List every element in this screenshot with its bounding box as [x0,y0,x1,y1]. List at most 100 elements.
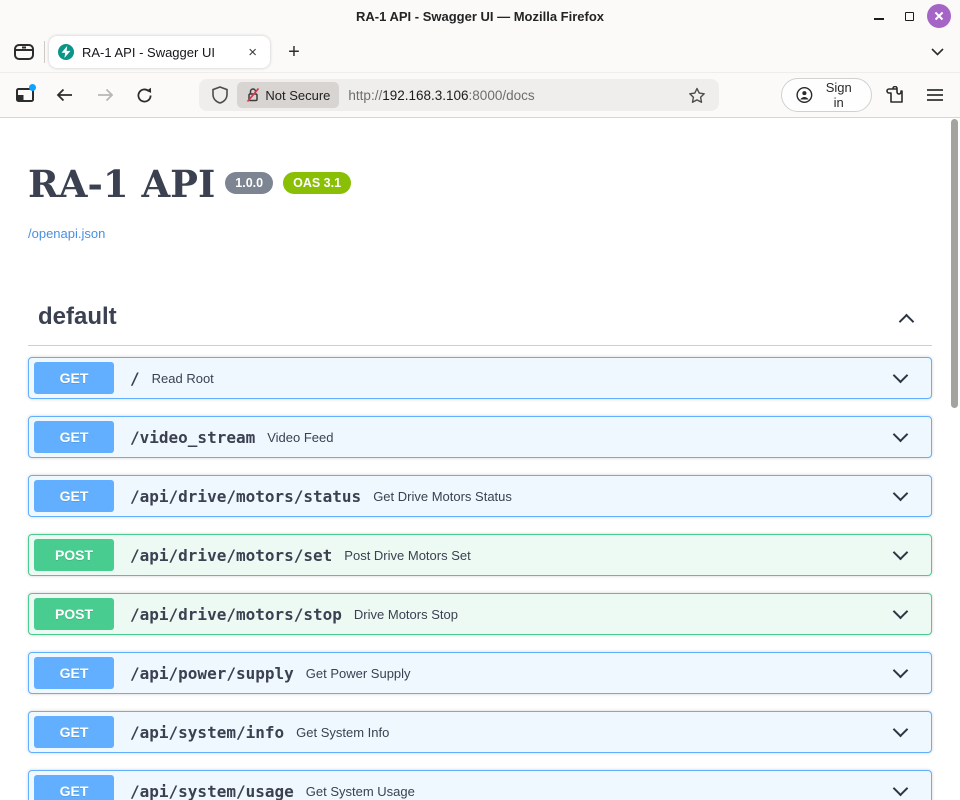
expand-operation-chevron-icon[interactable] [893,486,909,502]
expand-operation-chevron-icon[interactable] [893,604,909,620]
op-path: / [130,369,140,388]
new-tab-button[interactable]: + [280,38,308,66]
method-badge: POST [34,539,114,571]
expand-operation-chevron-icon[interactable] [893,781,909,797]
operation-row[interactable]: GET /api/system/info Get System Info [28,711,932,753]
minimize-icon [874,18,884,20]
op-summary: Get Power Supply [306,666,411,681]
op-summary: Get System Info [296,725,389,740]
tab-title: RA-1 API - Swagger UI [82,45,236,60]
url-bar[interactable]: Not Secure http://192.168.3.106:8000/doc… [199,79,719,111]
extensions-button[interactable] [878,79,912,111]
navigation-toolbar: Not Secure http://192.168.3.106:8000/doc… [0,72,960,118]
oas-badge: OAS 3.1 [283,172,351,194]
insecure-lock-icon [246,87,260,103]
maximize-icon [905,12,914,21]
titlebar: RA-1 API - Swagger UI — Mozilla Firefox [0,0,960,32]
method-badge: GET [34,657,114,689]
expand-operation-chevron-icon[interactable] [893,545,909,561]
url-scheme: http:// [348,88,382,103]
api-title: RA-1 API [28,162,215,206]
reload-icon [136,87,153,104]
openapi-spec-link[interactable]: /openapi.json [28,226,105,241]
menu-button[interactable] [918,79,952,111]
op-summary: Get Drive Motors Status [373,489,512,504]
method-badge: GET [34,775,114,800]
browser-window: RA-1 API - Swagger UI — Mozilla Firefox … [0,0,960,800]
list-all-tabs-button[interactable] [922,38,952,66]
collapse-section-chevron-icon[interactable] [899,313,915,329]
version-badge: 1.0.0 [225,172,273,194]
operation-row[interactable]: GET /video_stream Video Feed [28,416,932,458]
method-badge: GET [34,362,114,394]
method-badge: GET [34,480,114,512]
account-icon [796,86,813,104]
op-summary: Post Drive Motors Set [344,548,470,563]
bookmark-button[interactable] [683,81,711,109]
puzzle-icon [886,86,905,105]
firefox-view-button[interactable] [8,38,40,66]
close-button[interactable] [926,3,952,29]
forward-arrow-icon [96,88,114,102]
back-button[interactable] [48,79,82,111]
op-path: /api/system/info [130,723,284,742]
sign-in-button[interactable]: Sign in [781,78,872,112]
forward-button[interactable] [88,79,122,111]
hamburger-icon [927,88,943,102]
expand-operation-chevron-icon[interactable] [893,427,909,443]
operation-row[interactable]: POST /api/drive/motors/set Post Drive Mo… [28,534,932,576]
browser-tab[interactable]: RA-1 API - Swagger UI × [49,36,270,68]
close-tab-button[interactable]: × [244,43,261,62]
tab-divider [44,41,45,63]
chevron-down-icon [931,48,944,56]
op-summary: Drive Motors Stop [354,607,458,622]
op-path: /api/drive/motors/stop [130,605,342,624]
back-arrow-icon [56,88,74,102]
tracking-protection-button[interactable] [207,82,233,108]
operation-row[interactable]: GET /api/power/supply Get Power Supply [28,652,932,694]
sidebar-view-button[interactable] [8,79,42,111]
op-path: /api/drive/motors/set [130,546,332,565]
maximize-button[interactable] [896,3,922,29]
operation-row[interactable]: GET / Read Root [28,357,932,399]
tab-strip: RA-1 API - Swagger UI × + [0,32,960,72]
firefox-view-icon [13,43,35,61]
minimize-button[interactable] [866,3,892,29]
site-security-button[interactable]: Not Secure [237,82,339,108]
url-path: :8000/docs [469,88,535,103]
operation-row[interactable]: POST /api/drive/motors/stop Drive Motors… [28,593,932,635]
op-path: /api/drive/motors/status [130,487,361,506]
fastapi-favicon-icon [58,44,74,60]
op-summary: Read Root [152,371,214,386]
op-summary: Get System Usage [306,784,415,799]
api-title-row: RA-1 API 1.0.0 OAS 3.1 [28,162,932,206]
section-default-header[interactable]: default [28,303,932,346]
close-icon [927,4,951,28]
operations-list: GET / Read Root GET /video_stream Video … [28,357,932,800]
section-title: default [38,303,117,331]
page-content: RA-1 API 1.0.0 OAS 3.1 /openapi.json def… [0,118,960,800]
scrollbar-thumb[interactable] [951,119,958,408]
operation-row[interactable]: GET /api/drive/motors/status Get Drive M… [28,475,932,517]
op-path: /video_stream [130,428,255,447]
op-summary: Video Feed [267,430,333,445]
url-host: 192.168.3.106 [382,88,468,103]
expand-operation-chevron-icon[interactable] [893,368,909,384]
operation-row[interactable]: GET /api/system/usage Get System Usage [28,770,932,800]
method-badge: GET [34,421,114,453]
expand-operation-chevron-icon[interactable] [893,722,909,738]
url-text: http://192.168.3.106:8000/docs [348,88,534,103]
expand-operation-chevron-icon[interactable] [893,663,909,679]
notification-dot [29,84,36,91]
star-icon [688,87,706,104]
shield-icon [212,86,228,104]
window-controls [866,3,960,29]
sign-in-label: Sign in [820,80,857,110]
op-path: /api/system/usage [130,782,294,800]
method-badge: POST [34,598,114,630]
reload-button[interactable] [128,79,162,111]
op-path: /api/power/supply [130,664,294,683]
window-title: RA-1 API - Swagger UI — Mozilla Firefox [0,9,960,24]
method-badge: GET [34,716,114,748]
security-label: Not Secure [265,88,330,103]
